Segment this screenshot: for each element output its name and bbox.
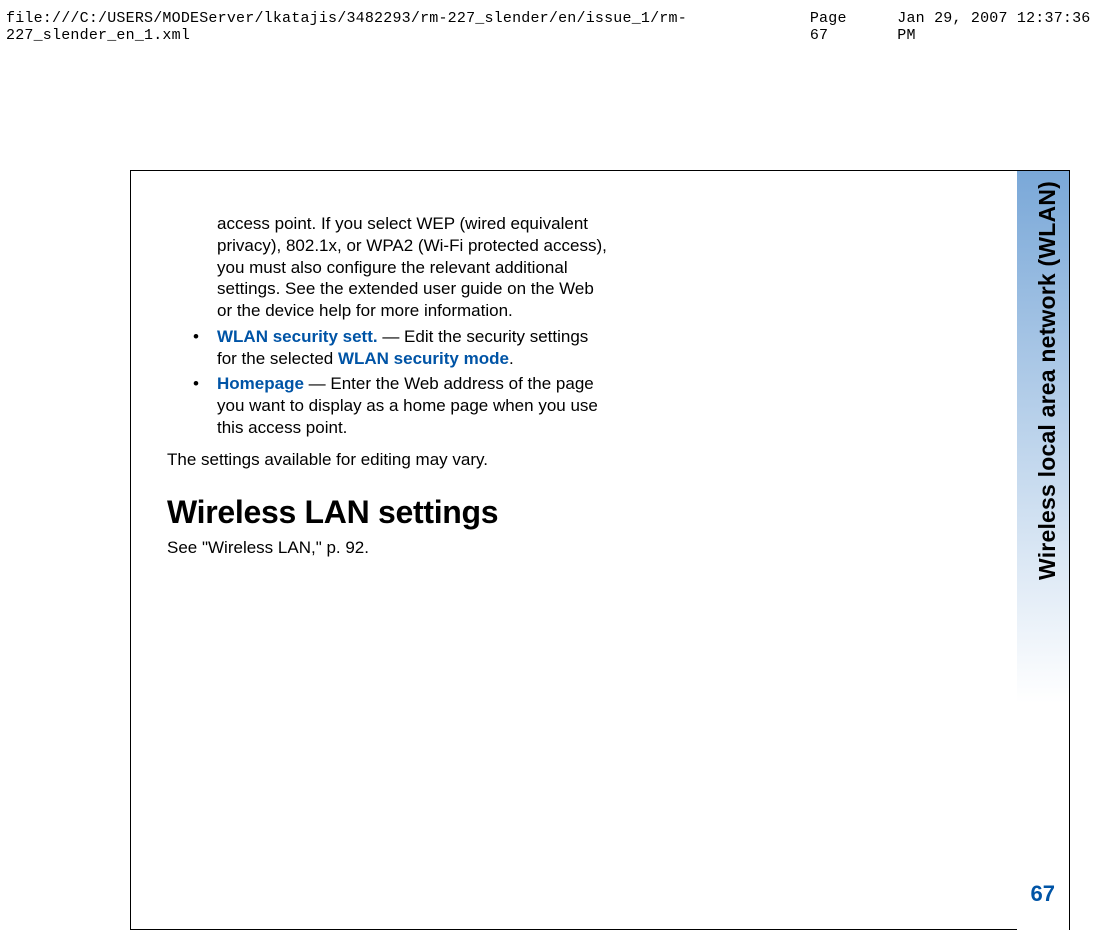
inline-term-link: WLAN security mode xyxy=(338,349,509,368)
file-path: file:///C:/USERS/MODEServer/lkatajis/348… xyxy=(6,10,810,44)
content-column: access point. If you select WEP (wired e… xyxy=(167,213,607,559)
section-side-label: Wireless local area network (WLAN) xyxy=(1034,181,1061,580)
page-number: 67 xyxy=(1031,881,1055,907)
section-heading: Wireless LAN settings xyxy=(167,492,607,533)
paragraph-continuation: access point. If you select WEP (wired e… xyxy=(217,213,607,322)
separator: — xyxy=(378,327,404,346)
term-link: WLAN security sett. xyxy=(217,327,378,346)
list-item: Homepage — Enter the Web address of the … xyxy=(193,373,607,438)
see-reference: See "Wireless LAN," p. 92. xyxy=(167,537,607,559)
page-frame: Wireless local area network (WLAN) 67 ac… xyxy=(130,170,1070,930)
separator: — xyxy=(304,374,330,393)
timestamp: Jan 29, 2007 12:37:36 PM xyxy=(897,10,1101,44)
page-label: Page 67 xyxy=(810,10,869,44)
list-item: WLAN security sett. — Edit the security … xyxy=(193,326,607,370)
term-link: Homepage xyxy=(217,374,304,393)
bullet-list: WLAN security sett. — Edit the security … xyxy=(193,326,607,439)
print-header: file:///C:/USERS/MODEServer/lkatajis/348… xyxy=(0,0,1107,44)
bullet-text-post: . xyxy=(509,349,514,368)
closing-paragraph: The settings available for editing may v… xyxy=(167,449,607,471)
